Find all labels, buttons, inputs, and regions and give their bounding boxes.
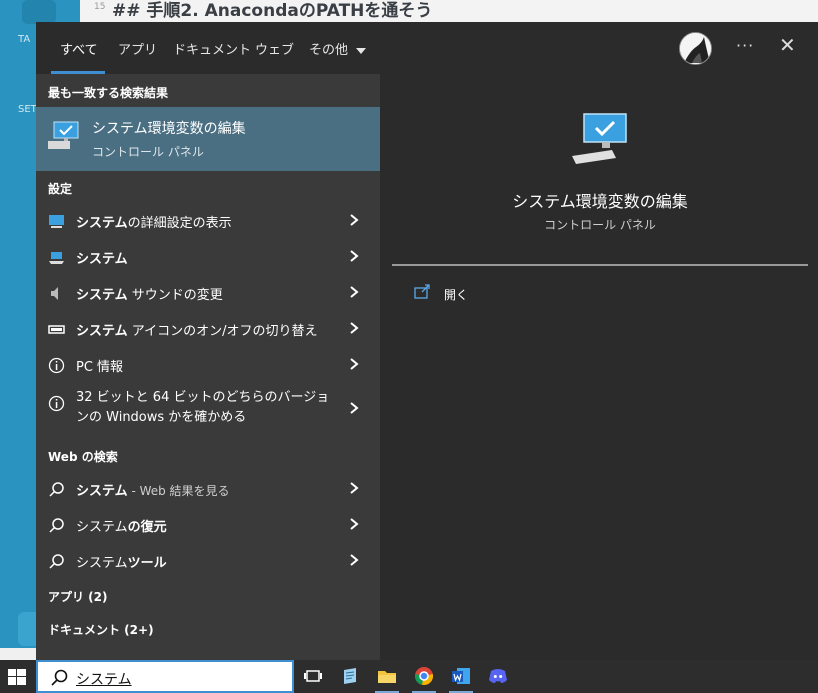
close-button[interactable]: ✕	[779, 35, 796, 55]
search-icon	[49, 554, 64, 569]
info-icon	[48, 357, 65, 374]
tab-apps[interactable]: アプリ	[118, 39, 157, 58]
taskbar: システム	[0, 660, 818, 693]
section-best-match: 最も一致する検索結果	[48, 86, 169, 100]
line-number: 15	[94, 2, 106, 12]
taskbar-search-input[interactable]: システム	[36, 660, 294, 693]
section-apps[interactable]: アプリ (2)	[48, 588, 108, 605]
list-item-label: PC 情報	[76, 360, 124, 375]
list-item[interactable]: システム サウンドの変更	[36, 276, 380, 310]
avatar[interactable]	[679, 32, 712, 65]
background-strip	[0, 648, 36, 660]
results-list: 最も一致する検索結果 システム環境変数の編集 コントロール パネル 設定 システ…	[36, 74, 380, 660]
speaker-icon	[51, 287, 58, 300]
notepad-icon[interactable]	[340, 666, 360, 686]
search-query: システム	[76, 672, 132, 688]
chevron-right-icon	[350, 250, 359, 262]
more-options-button[interactable]: ···	[736, 36, 754, 55]
search-panel: すべて アプリ ドキュメント ウェブ その他 ··· ✕ 最も一致する検索結果	[36, 22, 818, 660]
list-item[interactable]: PC 情報	[36, 348, 380, 382]
laptop-icon	[49, 252, 64, 264]
discord-icon[interactable]	[488, 666, 508, 686]
section-web-search: Web の検索	[48, 450, 118, 464]
search-tabs-bar: すべて アプリ ドキュメント ウェブ その他 ··· ✕	[36, 22, 818, 74]
list-item[interactable]: システム アイコンのオン/オフの切り替え	[36, 312, 380, 346]
task-view-icon[interactable]	[303, 666, 323, 686]
chevron-right-icon	[350, 518, 359, 530]
monitor-check-icon	[572, 112, 630, 172]
search-icon	[51, 669, 68, 686]
list-item[interactable]: システムの復元	[36, 508, 380, 542]
bg-sidebar-label: SET	[18, 104, 37, 115]
list-item-label: システムツール	[76, 556, 167, 571]
monitor-check-icon	[48, 121, 80, 155]
chevron-right-icon	[350, 402, 359, 414]
list-item[interactable]: システム	[36, 240, 380, 274]
markdown-heading: ## 手順2. AnacondaのPATHを通そう	[112, 1, 433, 21]
chevron-right-icon	[350, 482, 359, 494]
tag-icon	[22, 0, 56, 24]
tab-all[interactable]: すべて	[60, 39, 98, 58]
tab-web[interactable]: ウェブ	[255, 39, 294, 58]
chevron-right-icon	[350, 554, 359, 566]
word-icon[interactable]	[449, 666, 473, 693]
best-match-subtitle: コントロール パネル	[92, 145, 204, 159]
detail-subtitle: コントロール パネル	[544, 218, 656, 232]
divider	[392, 264, 808, 266]
list-item-label: 32 ビットと 64 ビットのどちらのバージョンの Windows かを確かめる	[76, 390, 330, 425]
info-icon	[48, 395, 65, 412]
chevron-right-icon	[350, 214, 359, 226]
detail-header: システム環境変数の編集 コントロール パネル	[392, 88, 808, 264]
search-icon	[49, 518, 64, 533]
monitor-settings-icon	[49, 215, 64, 228]
list-item-label: システム - Web 結果を見る	[76, 484, 230, 499]
list-item[interactable]: システムツール	[36, 544, 380, 578]
list-item[interactable]: システムの詳細設定の表示	[36, 204, 380, 238]
chevron-right-icon	[350, 322, 359, 334]
chevron-right-icon	[350, 286, 359, 298]
section-documents[interactable]: ドキュメント (2+)	[48, 621, 154, 638]
detail-pane: システム環境変数の編集 コントロール パネル 開く	[392, 88, 808, 660]
open-icon	[414, 284, 430, 299]
tab-documents[interactable]: ドキュメント	[173, 39, 251, 58]
bg-sidebar-label: TA	[18, 34, 31, 45]
chrome-icon[interactable]	[412, 666, 436, 693]
chevron-right-icon	[350, 358, 359, 370]
windows-start-icon[interactable]	[8, 669, 26, 685]
detail-title: システム環境変数の編集	[512, 192, 688, 211]
list-item[interactable]: 32 ビットと 64 ビットのどちらのバージョンの Windows かを確かめる	[36, 386, 380, 432]
chevron-down-icon	[356, 47, 367, 54]
list-item-label: システム サウンドの変更	[76, 288, 223, 303]
list-item-label: システム	[76, 252, 128, 267]
best-match-item[interactable]: システム環境変数の編集 コントロール パネル	[36, 107, 380, 171]
open-label: 開く	[444, 288, 469, 302]
list-item[interactable]: システム - Web 結果を見る	[36, 472, 380, 506]
tab-more-label: その他	[309, 43, 349, 58]
search-icon	[49, 482, 64, 497]
best-match-title: システム環境変数の編集	[92, 121, 246, 137]
background-editor: 15 ## 手順2. AnacondaのPATHを通そう	[80, 0, 818, 22]
list-item-label: システムの復元	[76, 520, 167, 535]
tab-more[interactable]: その他	[309, 39, 367, 58]
file-explorer-icon[interactable]	[375, 666, 399, 693]
list-item-label: システム アイコンのオン/オフの切り替え	[76, 324, 318, 339]
list-item-label: システムの詳細設定の表示	[76, 216, 232, 231]
toggle-icon	[48, 325, 65, 334]
section-settings: 設定	[48, 182, 73, 196]
